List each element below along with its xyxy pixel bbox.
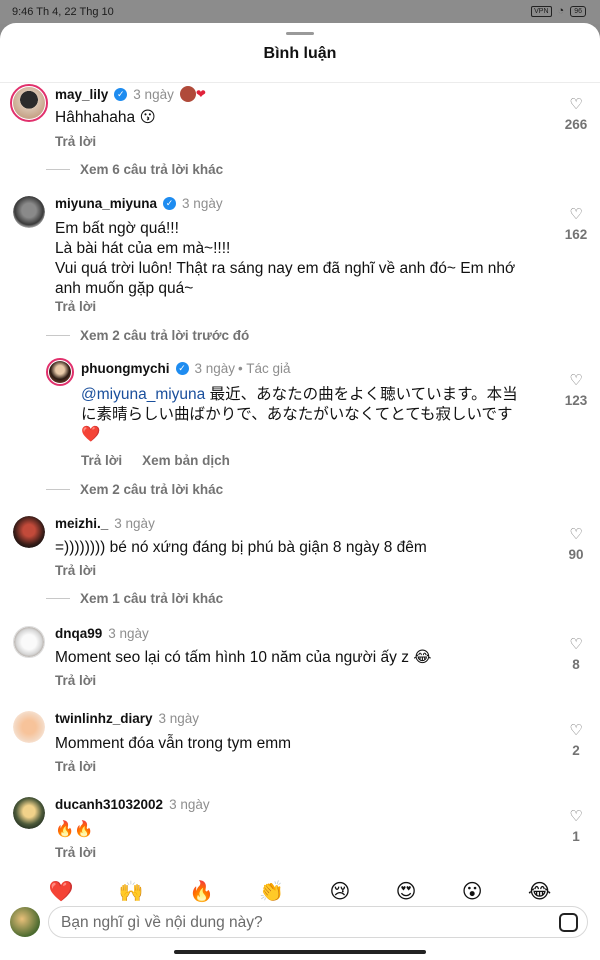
like-count: 123 [564,393,588,408]
reaction-surprised-button[interactable]: 😮 [462,879,483,904]
author-tag: • Tác giả [238,361,291,376]
status-icons: VPN ◔ 96 [531,5,586,17]
comment-username[interactable]: may_lily [55,87,108,102]
avatar[interactable] [46,358,74,386]
like-button[interactable]: ♡ 8 [563,636,589,673]
divider [0,82,600,83]
thread-line [46,489,70,490]
home-indicator[interactable] [174,950,426,954]
status-bar: 9:46 Th 4, 22 Thg 10 VPN ◔ 96 [0,0,600,24]
comment-time: 3 ngày [133,86,174,102]
comment-input[interactable]: Bạn nghĩ gì về nội dung này? [48,906,588,938]
heart-outline-icon: ♡ [569,206,583,223]
comment-text: @miyuna_miyuna 最近、あなたの曲をよく聴いています。本当 に素晴ら… [81,386,518,443]
avatar[interactable] [13,797,45,829]
avatar[interactable] [13,516,45,548]
thread-line [46,169,70,170]
comment-time: 3 ngày [114,516,155,531]
reply-button[interactable]: Trả lời [55,673,96,688]
battery-icon: 96 [570,5,586,17]
sticker-icon[interactable] [559,913,578,932]
avatar[interactable] [13,711,45,743]
comment-text: Hâhhahaha 😗 [55,109,156,126]
reaction-laughing-button[interactable]: 😂 [528,879,551,904]
like-button[interactable]: ♡ 1 [563,808,589,845]
author-liked-avatar [179,86,196,102]
heart-outline-icon: ♡ [569,636,583,653]
status-time: 9:46 Th 4, 22 Thg 10 [12,6,114,18]
avatar[interactable] [13,626,45,658]
see-translation-button[interactable]: Xem bản dịch [142,453,230,468]
comment-username[interactable]: dnqa99 [55,626,102,641]
comment-text: 🔥🔥 [55,821,94,838]
reply-button[interactable]: Trả lời [55,299,96,314]
reaction-clap-button[interactable]: 👏 [259,879,284,904]
avatar[interactable] [13,196,45,228]
heart-outline-icon: ♡ [569,96,583,113]
like-count: 90 [568,547,584,562]
comment-time: 3 ngày [194,361,236,376]
wifi-icon: ◔ [557,5,565,17]
heart-outline-icon: ♡ [569,722,583,739]
mention-link[interactable]: @miyuna_miyuna [81,386,205,403]
comment-text: Momment đóa vẫn trong tym emm [55,735,292,752]
heart-outline-icon: ♡ [569,808,583,825]
comment-time: 3 ngày [108,626,149,641]
like-count: 162 [564,227,588,242]
sheet-title: Bình luận [263,45,337,62]
comment-username[interactable]: twinlinhz_diary [55,711,153,726]
comment-time: 3 ngày [158,711,200,726]
comment-text: =)))))))) bé nó xứng đáng bị phú bà giận… [55,539,427,556]
view-more-replies[interactable]: Xem 6 câu trả lời khác [46,162,223,177]
my-avatar [10,907,40,937]
comment-time: 3 ngày [169,797,210,812]
view-more-replies[interactable]: Xem 1 câu trả lời khác [46,591,223,606]
comment-time: 3 ngày [182,196,223,211]
reply-button[interactable]: Trả lời [55,759,96,774]
reaction-crying-button[interactable]: 😢 [329,879,350,904]
reaction-heart-eyes-button[interactable]: 😍 [396,879,417,904]
like-button[interactable]: ♡ 266 [563,96,589,133]
like-count: 8 [572,657,580,672]
avatar[interactable] [10,84,48,122]
reply-button[interactable]: Trả lời [55,563,96,578]
like-count: 2 [572,743,580,758]
heart-outline-icon: ♡ [569,372,583,389]
like-count: 1 [572,829,580,844]
comment-username[interactable]: meizhi._ [55,516,108,531]
like-button[interactable]: ♡ 90 [563,526,589,563]
comment-text: Moment seo lại có tấm hình 10 năm của ng… [55,649,432,666]
view-previous-replies[interactable]: Xem 2 câu trả lời trước đó [46,328,249,343]
comment-username[interactable]: ducanh31032002 [55,797,163,812]
like-count: 266 [564,117,588,132]
drag-handle[interactable] [286,32,314,35]
vpn-icon: VPN [531,5,552,17]
reply-button[interactable]: Trả lời [81,453,122,468]
reaction-heart-button[interactable]: ❤️ [49,879,74,904]
comment-username[interactable]: phuongmychi [81,361,170,376]
comment-text: Em bất ngờ quá!!! Là bài hát của em mà~!… [55,220,516,297]
reply-button[interactable]: Trả lời [55,134,96,149]
comments-sheet: Bình luận may_lily ✓ 3 ngày ❤ Hâhhahaha … [0,23,600,960]
like-button[interactable]: ♡ 123 [563,372,589,409]
comment-username[interactable]: miyuna_miyuna [55,196,157,211]
verified-badge-icon: ✓ [114,87,128,101]
thread-line [46,598,70,599]
verified-badge-icon: ✓ [175,362,189,375]
reaction-raised-hands-button[interactable]: 🙌 [119,879,144,904]
verified-badge-icon: ✓ [163,197,177,210]
reply-button[interactable]: Trả lời [55,845,96,860]
view-more-replies[interactable]: Xem 2 câu trả lời khác [46,482,223,497]
thread-line [46,335,70,336]
like-button[interactable]: ♡ 2 [563,722,589,759]
like-button[interactable]: ♡ 162 [563,206,589,243]
heart-outline-icon: ♡ [569,526,583,543]
reaction-fire-button[interactable]: 🔥 [189,879,214,904]
heart-icon: ❤ [195,87,206,101]
